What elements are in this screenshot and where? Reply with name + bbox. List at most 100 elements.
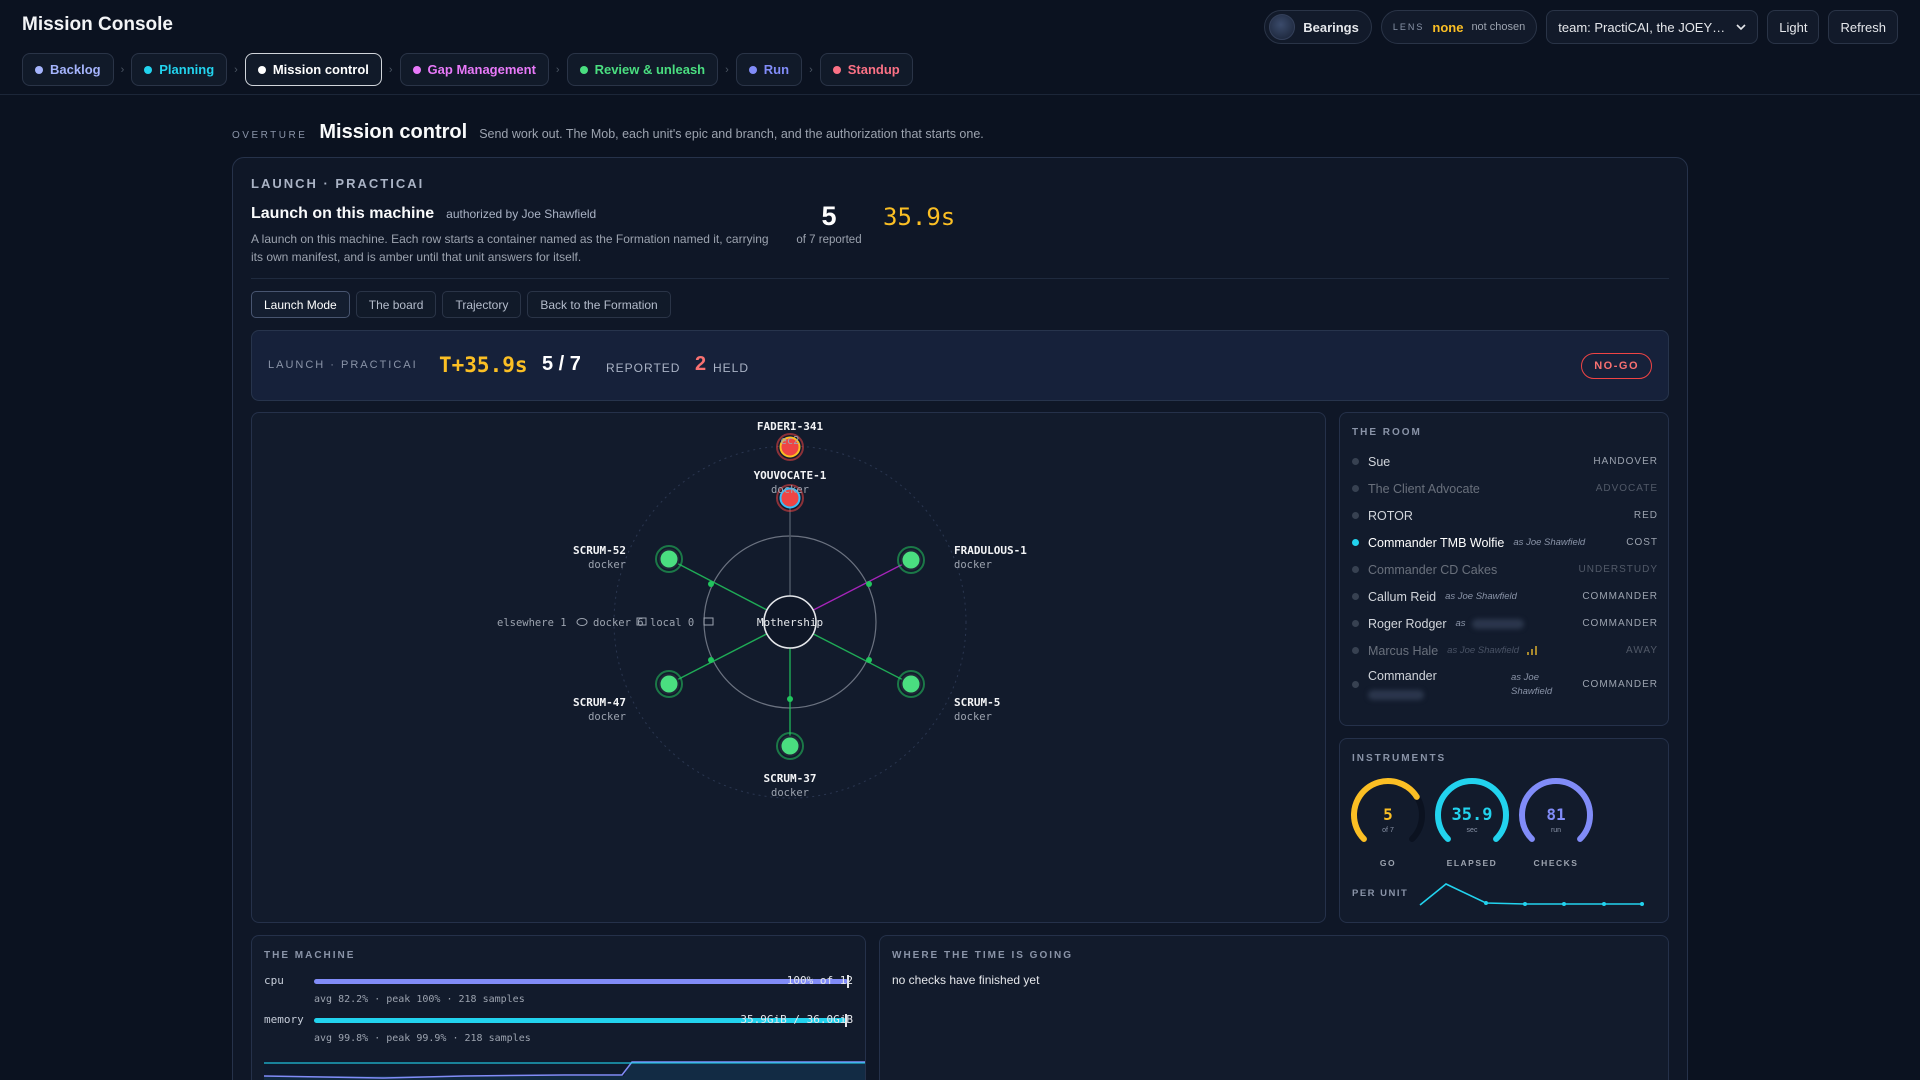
gauge-value: 5 xyxy=(1383,805,1393,824)
presence-dot-icon xyxy=(1352,647,1359,654)
status-tplus: T+35.9s xyxy=(439,353,528,377)
stage-separator: › xyxy=(120,63,125,76)
sparkline-point xyxy=(1523,902,1527,906)
unit-name: YOUVOCATE-1 xyxy=(754,469,827,482)
cpu-bar xyxy=(314,975,849,988)
status-reported: 5 / 7 xyxy=(542,353,581,375)
time-message: no checks have finished yet xyxy=(892,973,1040,987)
unit-type: docker xyxy=(588,711,626,723)
per-unit-sparkline xyxy=(1419,883,1642,906)
room-member-alias: as Joe Shawfield xyxy=(1511,671,1553,697)
room-member[interactable]: The Client Advocate ADVOCATE xyxy=(1352,475,1658,502)
stage-separator: › xyxy=(388,63,393,76)
sparkline-point xyxy=(1484,901,1488,905)
stage-label: Run xyxy=(763,62,790,77)
stage-dot-icon xyxy=(35,65,43,74)
instruments-canvas: 5 of 7 GO 35.9 sec ELAPSED 81 run CHECKS PER UNIT xyxy=(1351,778,1644,906)
overture-header: OVERTURE Mission control Send work out. … xyxy=(232,121,984,144)
bearings-button[interactable]: Bearings xyxy=(1264,10,1372,44)
room-member-alias: as Joe Shawfield xyxy=(1513,537,1586,548)
unit-type: docker xyxy=(771,484,809,496)
stage-backlog[interactable]: Backlog xyxy=(22,53,114,86)
refresh-button[interactable]: Refresh xyxy=(1828,10,1898,44)
unit-node-fradulous-1 xyxy=(900,549,922,571)
room-member-role: COST xyxy=(1626,537,1658,548)
unit-node-scrum-37 xyxy=(779,735,801,757)
presence-dot-icon xyxy=(1352,485,1359,492)
signal-icon xyxy=(1527,645,1537,655)
launch-tag: LAUNCH · PRACTICAI xyxy=(251,176,425,191)
room-member[interactable]: ROTOR RED xyxy=(1352,502,1658,529)
presence-dot-icon xyxy=(1352,539,1359,546)
redacted-name xyxy=(1471,618,1524,629)
room-member[interactable]: Sue HANDOVER xyxy=(1352,448,1658,475)
stage-mission-control[interactable]: Mission control xyxy=(244,53,382,86)
room-title: THE ROOM xyxy=(1352,427,1422,438)
unit-type: ec2 xyxy=(781,435,800,447)
unit-type: docker xyxy=(588,559,626,571)
spoke-dot xyxy=(708,657,714,663)
unit-name: SCRUM-5 xyxy=(954,696,1000,709)
room-member-alias: as xyxy=(1455,618,1466,629)
gauge-label: CHECKS xyxy=(1534,858,1579,868)
room-member[interactable]: Commander as Joe Shawfield COMMANDER xyxy=(1352,664,1658,705)
sparkline-point xyxy=(1562,902,1566,906)
machine-usage-chart xyxy=(264,1060,865,1080)
mothership-label: Mothership xyxy=(757,616,823,629)
room-member-name: The Client Advocate xyxy=(1368,481,1480,496)
cpu-label: cpu xyxy=(264,974,284,987)
launch-status-bar: LAUNCH · PRACTICAI T+35.9s 5 / 7 REPORTE… xyxy=(251,330,1669,401)
gauge-label: GO xyxy=(1380,858,1396,868)
machine-title: THE MACHINE xyxy=(264,950,356,961)
stage-label: Standup xyxy=(847,62,900,77)
presence-dot-icon xyxy=(1352,593,1359,600)
team-select[interactable]: team: PractiCAI, the JOEY… xyxy=(1546,10,1759,44)
stage-separator: › xyxy=(555,63,560,76)
stage-label: Planning xyxy=(159,62,215,77)
stage-dot-icon xyxy=(579,65,588,74)
spoke-dot xyxy=(866,657,872,663)
launch-title: Launch on this machine xyxy=(251,205,435,222)
room-member-role: COMMANDER xyxy=(1582,679,1658,690)
tab-trajectory[interactable]: Trajectory xyxy=(442,291,522,318)
status-badge: NO-GO xyxy=(1581,353,1652,379)
room-member-name: Sue xyxy=(1368,454,1391,469)
stage-separator: › xyxy=(809,63,813,76)
stage-label: Gap Management xyxy=(427,62,536,77)
room-member[interactable]: Roger Rodger as COMMANDER xyxy=(1352,610,1658,637)
gauge-value: 81 xyxy=(1546,805,1565,824)
stage-review-unleash[interactable]: Review & unleash xyxy=(566,53,719,86)
lens-selector[interactable]: LENS none not chosen xyxy=(1380,10,1538,44)
room-member-name: Commander CD Cakes xyxy=(1368,562,1498,577)
room-member-role: UNDERSTUDY xyxy=(1578,564,1658,575)
launch-heading: Launch on this machine authorized by Joe… xyxy=(251,205,596,223)
spoke-dot xyxy=(866,581,872,587)
tab-launch-mode[interactable]: Launch Mode xyxy=(251,291,350,318)
stage-run[interactable]: Run xyxy=(735,53,803,86)
chevron-down-icon xyxy=(1736,24,1746,31)
room-member[interactable]: Marcus Hale as Joe Shawfield AWAY xyxy=(1352,637,1658,664)
bearings-label: Bearings xyxy=(1303,19,1359,35)
cpu-bar-fill xyxy=(314,979,848,984)
status-held: 2 xyxy=(695,353,707,375)
room-member[interactable]: Callum Reid as Joe Shawfield COMMANDER xyxy=(1352,583,1658,610)
legend-docker: docker 6 xyxy=(593,617,644,629)
legend-elsewhere: elsewhere 1 xyxy=(497,617,567,629)
unit-node-scrum-47 xyxy=(658,673,680,695)
room-member[interactable]: Commander TMB Wolfie as Joe Shawfield COST xyxy=(1352,529,1658,556)
tab-the-board[interactable]: The board xyxy=(355,291,437,318)
unit-node-scrum-52 xyxy=(658,548,680,570)
unit-type: docker xyxy=(954,711,992,723)
room-member[interactable]: Commander CD Cakes UNDERSTUDY xyxy=(1352,556,1658,583)
stage-dot-icon xyxy=(257,65,266,74)
theme-toggle-button[interactable]: Light xyxy=(1767,10,1820,44)
tab-back-to-the-formation[interactable]: Back to the Formation xyxy=(527,291,671,318)
stage-planning[interactable]: Planning xyxy=(131,53,228,86)
legend-local: local 0 xyxy=(650,617,694,629)
unit-name: FADERI-341 xyxy=(757,420,824,433)
stage-standup[interactable]: Standup xyxy=(819,53,913,86)
spoke-dot xyxy=(708,581,714,587)
room-member-name: Callum Reid xyxy=(1368,589,1437,604)
per-unit-label: PER UNIT xyxy=(1352,888,1408,899)
stage-gap-management[interactable]: Gap Management xyxy=(399,53,549,86)
